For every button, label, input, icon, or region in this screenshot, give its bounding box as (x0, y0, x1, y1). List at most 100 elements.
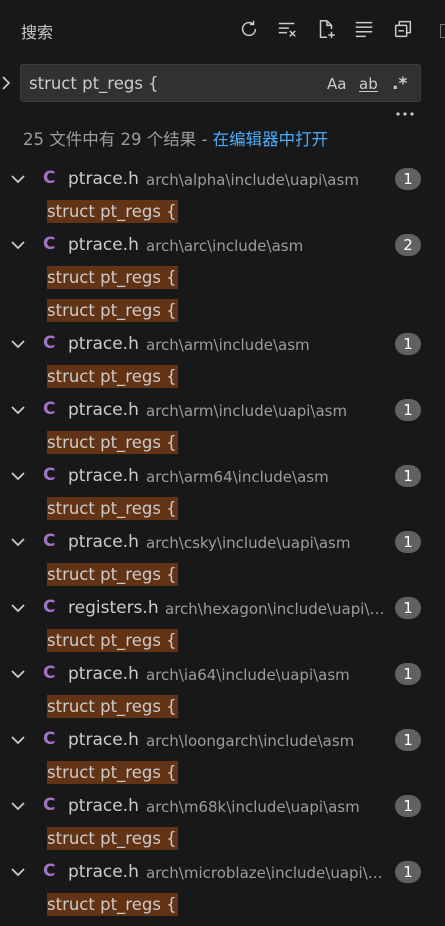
match-row[interactable]: struct pt_regs { (0, 492, 445, 525)
match-row[interactable]: struct pt_regs { (0, 822, 445, 855)
match-text: struct pt_regs { (47, 431, 178, 454)
file-result-row[interactable]: Cregisters.h arch\hexagon\include\uapi\as… (0, 591, 445, 624)
file-result-row[interactable]: Cptrace.h arch\loongarch\include\asm 1 (0, 723, 445, 756)
file-path: arch\microblaze\include\uapi\asm (146, 864, 386, 882)
file-path: arch\alpha\include\uapi\asm (146, 171, 359, 189)
collapse-all-icon[interactable] (391, 17, 415, 41)
file-name: ptrace.h (68, 466, 139, 486)
toggle-replace-chevron-icon[interactable] (0, 74, 12, 92)
c-file-icon: C (43, 168, 56, 188)
regex-toggle[interactable]: .* (392, 73, 407, 95)
chevron-down-icon[interactable] (9, 402, 27, 416)
search-box: Aa ab .* (20, 64, 421, 102)
match-row[interactable]: struct pt_regs { (0, 261, 445, 294)
match-text: struct pt_regs { (47, 563, 178, 586)
chevron-down-icon[interactable] (9, 237, 27, 251)
chevron-down-icon[interactable] (9, 171, 27, 185)
c-file-icon: C (43, 795, 56, 815)
file-name: ptrace.h (68, 730, 139, 750)
clear-results-icon[interactable] (275, 17, 299, 41)
match-count-badge: 1 (395, 861, 421, 883)
file-path: arch\hexagon\include\uapi\asm (165, 600, 386, 618)
chevron-down-icon[interactable] (9, 600, 27, 614)
file-name: ptrace.h (68, 334, 139, 354)
chevron-down-icon[interactable] (9, 732, 27, 746)
chevron-down-icon[interactable] (9, 534, 27, 548)
c-file-icon: C (43, 861, 56, 881)
file-result-row[interactable]: Cptrace.h arch\arm\include\asm 1 (0, 327, 445, 360)
match-row[interactable]: struct pt_regs { (0, 195, 445, 228)
match-count-badge: 1 (395, 333, 421, 355)
chevron-down-icon[interactable] (9, 798, 27, 812)
match-case-toggle[interactable]: Aa (327, 73, 346, 95)
file-result-row[interactable]: Cptrace.h arch\microblaze\include\uapi\as… (0, 855, 445, 888)
file-name: ptrace.h (68, 796, 139, 816)
chevron-down-icon[interactable] (9, 666, 27, 680)
match-row[interactable]: struct pt_regs { (0, 426, 445, 459)
file-result-row[interactable]: Cptrace.h arch\arm64\include\asm 1 (0, 459, 445, 492)
match-count-badge: 1 (395, 795, 421, 817)
match-row[interactable]: struct pt_regs { (0, 756, 445, 789)
match-row[interactable]: struct pt_regs { (0, 888, 445, 921)
c-file-icon: C (43, 531, 56, 551)
match-word-label: ab (359, 75, 378, 93)
file-path: arch\loongarch\include\asm (146, 732, 355, 750)
c-file-icon: C (43, 234, 56, 254)
file-name: ptrace.h (68, 169, 139, 189)
chevron-down-icon[interactable] (9, 864, 27, 878)
more-options-icon[interactable] (393, 104, 417, 124)
chevron-down-icon[interactable] (9, 468, 27, 482)
match-text: struct pt_regs { (47, 266, 178, 289)
file-result-row[interactable]: Cptrace.h arch\alpha\include\uapi\asm 1 (0, 162, 445, 195)
file-name: ptrace.h (68, 862, 139, 882)
match-row[interactable]: struct pt_regs { (0, 558, 445, 591)
file-result-row[interactable]: Cptrace.h arch\arm\include\uapi\asm 1 (0, 393, 445, 426)
match-text: struct pt_regs { (47, 200, 178, 223)
refresh-icon[interactable] (237, 17, 261, 41)
match-text: struct pt_regs { (47, 299, 178, 322)
results-count-text: 25 文件中有 29 个结果 - (23, 130, 213, 149)
match-count-badge: 1 (395, 399, 421, 421)
c-file-icon: C (43, 465, 56, 485)
c-file-icon: C (43, 597, 56, 617)
c-file-icon: C (43, 333, 56, 353)
match-count-badge: 1 (395, 168, 421, 190)
file-name: ptrace.h (68, 532, 139, 552)
match-count-badge: 2 (395, 234, 421, 256)
open-in-editor-link[interactable]: 在编辑器中打开 (213, 130, 329, 149)
c-file-icon: C (43, 729, 56, 749)
search-view-header: 搜索 (0, 0, 445, 60)
file-path: arch\arc\include\asm (146, 237, 304, 255)
match-text: struct pt_regs { (47, 893, 178, 916)
view-as-tree-icon[interactable] (352, 17, 376, 41)
new-search-editor-icon[interactable] (314, 17, 338, 41)
match-text: struct pt_regs { (47, 827, 178, 850)
file-result-row[interactable]: Cptrace.h arch\m68k\include\uapi\asm 1 (0, 789, 445, 822)
match-row[interactable]: struct pt_regs { (0, 624, 445, 657)
results-tree: Cptrace.h arch\alpha\include\uapi\asm 1 str… (0, 162, 445, 921)
search-input[interactable] (29, 72, 309, 94)
file-name: ptrace.h (68, 664, 139, 684)
view-title: 搜索 (21, 23, 54, 42)
chevron-down-icon[interactable] (9, 336, 27, 350)
match-text: struct pt_regs { (47, 629, 178, 652)
file-result-row[interactable]: Cptrace.h arch\arc\include\asm 2 (0, 228, 445, 261)
match-count-badge: 1 (395, 663, 421, 685)
file-path: arch\ia64\include\uapi\asm (146, 666, 350, 684)
match-whole-word-toggle[interactable]: ab (359, 73, 378, 95)
file-name: ptrace.h (68, 235, 139, 255)
match-count-badge: 1 (395, 531, 421, 553)
file-path: arch\m68k\include\uapi\asm (146, 798, 360, 816)
match-count-badge: 1 (395, 597, 421, 619)
match-text: struct pt_regs { (47, 761, 178, 784)
panel-edge-indicator (440, 24, 445, 38)
match-count-badge: 1 (395, 465, 421, 487)
match-text: struct pt_regs { (47, 365, 178, 388)
file-result-row[interactable]: Cptrace.h arch\csky\include\uapi\asm 1 (0, 525, 445, 558)
match-row[interactable]: struct pt_regs { (0, 360, 445, 393)
match-row[interactable]: struct pt_regs { (0, 294, 445, 327)
match-row[interactable]: struct pt_regs { (0, 690, 445, 723)
file-result-row[interactable]: Cptrace.h arch\ia64\include\uapi\asm 1 (0, 657, 445, 690)
results-summary: 25 文件中有 29 个结果 - 在编辑器中打开 (23, 126, 328, 150)
match-text: struct pt_regs { (47, 497, 178, 520)
